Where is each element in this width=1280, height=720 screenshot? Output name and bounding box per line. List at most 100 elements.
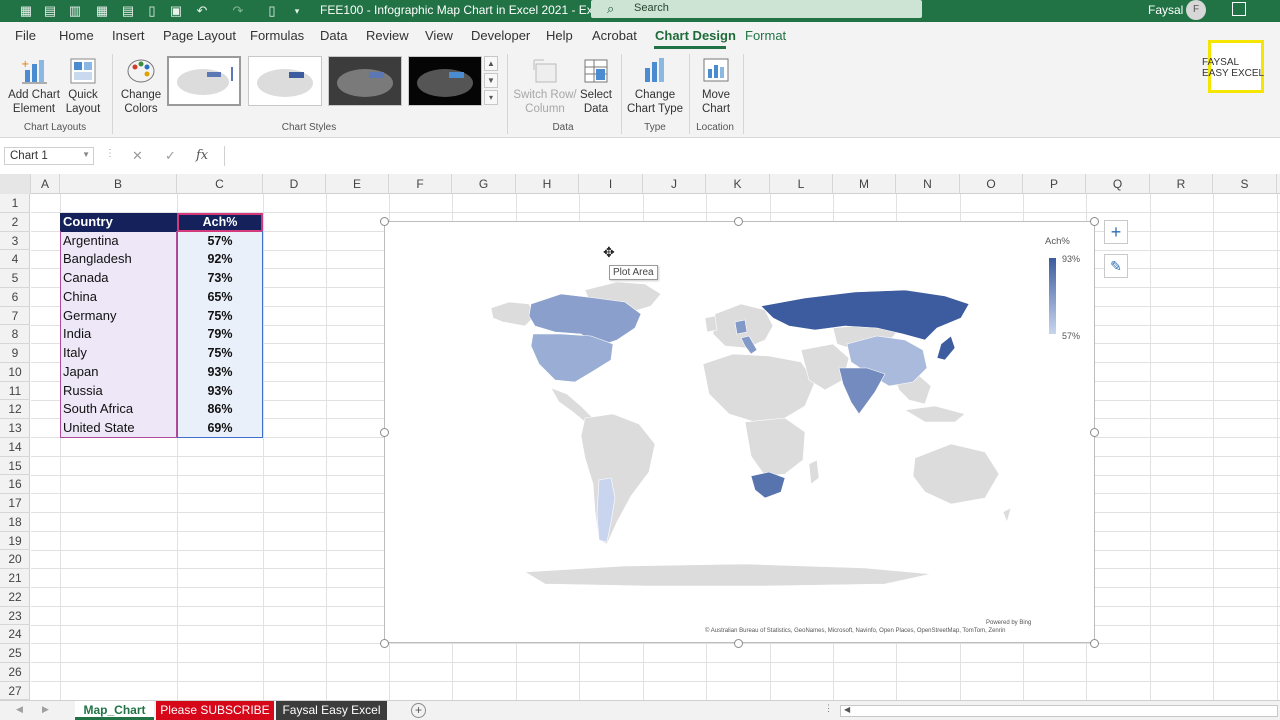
row-header[interactable]: 2 xyxy=(0,213,30,232)
table-cell-country[interactable]: Italy xyxy=(60,344,177,363)
tab-home[interactable]: Home xyxy=(59,28,94,43)
chart-style-3[interactable] xyxy=(328,56,402,106)
row-header[interactable]: 3 xyxy=(0,232,30,251)
tab-view[interactable]: View xyxy=(425,28,453,43)
column-header-e[interactable]: E xyxy=(326,174,389,194)
row-header[interactable]: 22 xyxy=(0,588,30,607)
document-icon[interactable]: ▯ xyxy=(264,3,280,19)
country-india[interactable] xyxy=(838,367,886,415)
country-germany[interactable] xyxy=(734,319,748,335)
country-united-state[interactable] xyxy=(530,333,614,383)
add-sheet-button[interactable]: + xyxy=(411,703,426,718)
insert-function-icon[interactable]: fx xyxy=(196,148,208,163)
sheet-tab-map-chart[interactable]: Map_Chart xyxy=(75,701,154,720)
column-header-h[interactable]: H xyxy=(516,174,579,194)
resize-handle-s[interactable] xyxy=(734,639,743,648)
table-cell-ach[interactable]: 57% xyxy=(177,231,263,251)
row-header[interactable]: 13 xyxy=(0,419,30,438)
row-header[interactable]: 6 xyxy=(0,288,30,307)
tab-formulas[interactable]: Formulas xyxy=(250,28,304,43)
table-cell-ach[interactable]: 93% xyxy=(177,362,263,382)
column-header-s[interactable]: S xyxy=(1213,174,1277,194)
styles-more[interactable]: ▾ xyxy=(484,90,498,105)
column-header-m[interactable]: M xyxy=(833,174,896,194)
row-header[interactable]: 5 xyxy=(0,269,30,288)
country-south-africa[interactable] xyxy=(750,471,786,499)
chart-elements-button[interactable]: + xyxy=(1104,220,1128,244)
column-header-j[interactable]: J xyxy=(643,174,706,194)
avatar[interactable]: F xyxy=(1186,0,1206,20)
ribbon-display-icon[interactable] xyxy=(1232,2,1246,16)
row-header[interactable]: 18 xyxy=(0,513,30,532)
tab-data[interactable]: Data xyxy=(320,28,347,43)
row-header[interactable]: 15 xyxy=(0,457,30,476)
table-cell-country[interactable]: Russia xyxy=(60,381,177,401)
table-cell-country[interactable]: Canada xyxy=(60,269,177,288)
column-header-q[interactable]: Q xyxy=(1086,174,1150,194)
tab-chart-design[interactable]: Chart Design xyxy=(655,28,736,43)
tab-insert[interactable]: Insert xyxy=(112,28,145,43)
next-sheet-icon[interactable]: ▶ xyxy=(42,704,49,715)
table-cell-ach[interactable]: 69% xyxy=(177,419,263,438)
save-icon[interactable]: ▣ xyxy=(168,3,184,19)
table-cell-country[interactable]: Germany xyxy=(60,306,177,326)
scroll-left-icon[interactable]: ◀ xyxy=(844,705,850,714)
table-cell-ach[interactable]: 92% xyxy=(177,250,263,269)
switch-row-column-button[interactable]: Switch Row/ Column xyxy=(512,56,578,116)
row-header[interactable]: 17 xyxy=(0,494,30,513)
row-header[interactable]: 20 xyxy=(0,550,30,569)
cancel-icon[interactable]: ✕ xyxy=(132,148,143,164)
column-header-k[interactable]: K xyxy=(706,174,770,194)
table-header-country[interactable]: Country xyxy=(60,212,177,232)
change-chart-type-button[interactable]: Change Chart Type xyxy=(625,56,685,116)
tab-review[interactable]: Review xyxy=(366,28,409,43)
undo-icon[interactable]: ↶ xyxy=(194,3,210,19)
resize-handle-e[interactable] xyxy=(1090,428,1099,437)
styles-scroll-down[interactable]: ▼ xyxy=(484,73,498,88)
tab-format[interactable]: Format xyxy=(745,28,786,43)
table-cell-country[interactable]: India xyxy=(60,325,177,344)
table-cell-ach[interactable]: 73% xyxy=(177,269,263,288)
table-cell-ach[interactable]: 65% xyxy=(177,287,263,307)
tab-page-layout[interactable]: Page Layout xyxy=(163,28,236,43)
chart-style-2[interactable] xyxy=(248,56,322,106)
row-header[interactable]: 21 xyxy=(0,569,30,588)
quick-layout-button[interactable]: Quick Layout xyxy=(62,56,104,116)
sheet-tab-faysal-easy-excel[interactable]: Faysal Easy Excel xyxy=(276,701,387,720)
table-cell-country[interactable]: Argentina xyxy=(60,231,177,251)
row-header[interactable]: 25 xyxy=(0,644,30,663)
column-header-p[interactable]: P xyxy=(1023,174,1086,194)
tab-file[interactable]: File xyxy=(15,28,36,43)
table-cell-ach[interactable]: 75% xyxy=(177,344,263,363)
row-header[interactable]: 12 xyxy=(0,400,30,419)
tab-developer[interactable]: Developer xyxy=(471,28,530,43)
row-header[interactable]: 9 xyxy=(0,344,30,363)
resize-handle-ne[interactable] xyxy=(1090,217,1099,226)
table-header-ach[interactable]: Ach% xyxy=(177,212,263,232)
sheet-tab-please-subscribe[interactable]: Please SUBSCRIBE xyxy=(156,701,274,720)
select-data-button[interactable]: Select Data xyxy=(578,56,614,116)
select-all-corner[interactable] xyxy=(0,174,31,194)
column-header-n[interactable]: N xyxy=(896,174,960,194)
move-chart-button[interactable]: Move Chart xyxy=(694,56,738,116)
horizontal-scrollbar[interactable]: ◀ xyxy=(840,705,1278,717)
new-file-icon[interactable]: ▯ xyxy=(144,3,160,19)
prev-sheet-icon[interactable]: ◀ xyxy=(16,704,23,715)
column-header-d[interactable]: D xyxy=(263,174,326,194)
column-header-o[interactable]: O xyxy=(960,174,1023,194)
row-header[interactable]: 10 xyxy=(0,363,30,382)
table-cell-ach[interactable]: 93% xyxy=(177,381,263,401)
change-colors-button[interactable]: Change Colors xyxy=(118,56,164,116)
resize-handle-nw[interactable] xyxy=(380,217,389,226)
grid-icon[interactable]: ▤ xyxy=(120,3,136,19)
row-header[interactable]: 7 xyxy=(0,307,30,326)
resize-handle-sw[interactable] xyxy=(380,639,389,648)
chart-style-4[interactable] xyxy=(408,56,482,106)
layout-icon[interactable]: ▥ xyxy=(67,3,83,19)
add-chart-element-button[interactable]: + Add Chart Element xyxy=(6,56,62,116)
tab-help[interactable]: Help xyxy=(546,28,573,43)
chart-styles-button[interactable]: ✎ xyxy=(1104,254,1128,278)
tab-acrobat[interactable]: Acrobat xyxy=(592,28,637,43)
column-header-i[interactable]: I xyxy=(579,174,643,194)
row-header[interactable]: 19 xyxy=(0,532,30,551)
